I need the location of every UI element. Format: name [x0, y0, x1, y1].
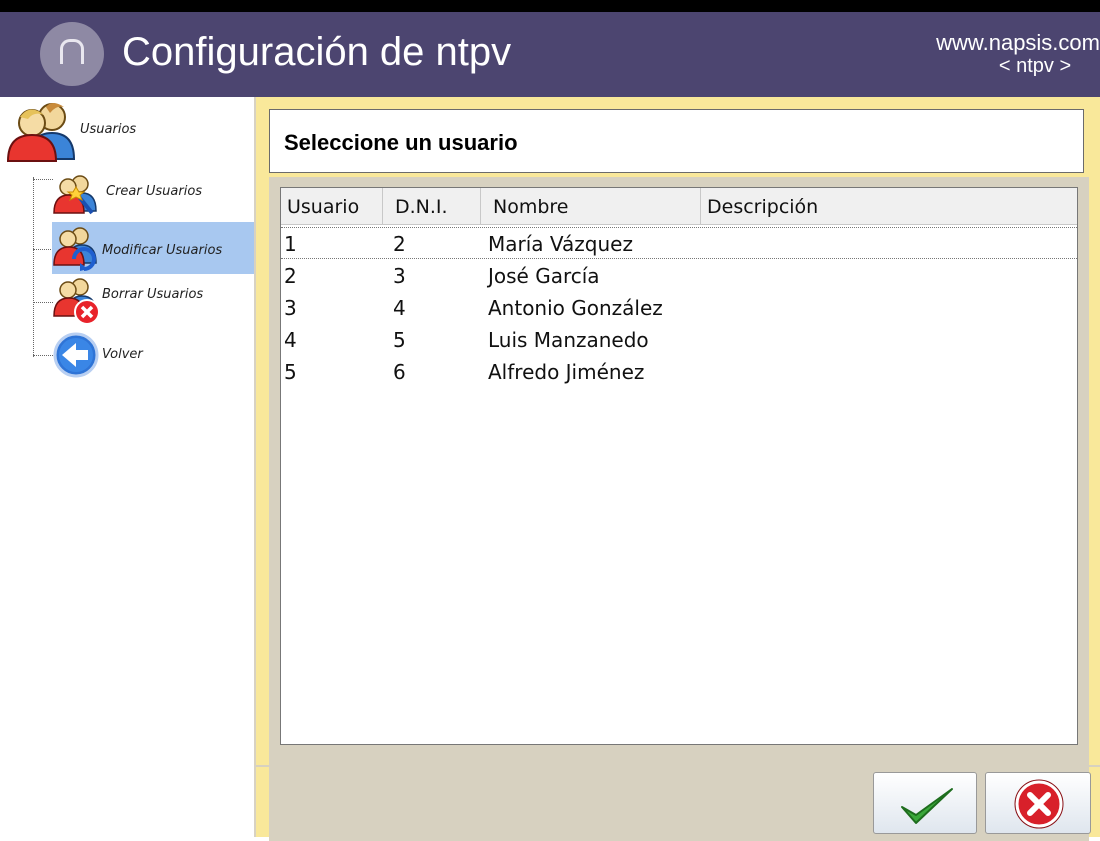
- tree-connector: [33, 249, 53, 250]
- page-title: Seleccione un usuario: [284, 130, 518, 155]
- top-border: [0, 0, 1100, 12]
- accept-button[interactable]: [873, 772, 977, 834]
- sidebar-item-modificar-usuarios[interactable]: Modificar Usuarios: [52, 222, 254, 274]
- column-header-nombre[interactable]: Nombre: [487, 188, 701, 224]
- sidebar-item-label: Volver: [102, 346, 143, 362]
- app-header: Configuración de ntpv www.napsis.com < n…: [0, 12, 1100, 97]
- cell-dni: 2: [393, 232, 406, 256]
- cell-dni: 6: [393, 360, 406, 384]
- brand-url: www.napsis.com: [936, 30, 1100, 55]
- cell-dni: 3: [393, 264, 406, 288]
- table-row[interactable]: 1 2 María Vázquez: [281, 227, 1077, 259]
- sidebar-item-crear-usuarios[interactable]: Crear Usuarios: [52, 169, 254, 221]
- app-title: Configuración de ntpv: [122, 30, 512, 74]
- button-bar-divider: [256, 765, 1100, 767]
- users-icon: [6, 103, 76, 162]
- sidebar-item-label: Modificar Usuarios: [102, 242, 223, 258]
- cell-usuario: 5: [284, 360, 297, 384]
- column-header-dni[interactable]: D.N.I.: [389, 188, 481, 224]
- users-list[interactable]: Usuario D.N.I. Nombre Descripción 1 2 Ma…: [280, 187, 1078, 745]
- sidebar: Usuarios Crear Usuarios Modificar Usuari…: [0, 97, 256, 837]
- users-refresh-icon: [53, 227, 97, 271]
- tree-connector: [33, 177, 34, 357]
- cell-dni: 4: [393, 296, 406, 320]
- users-wand-icon: [53, 175, 97, 215]
- cancel-icon: [1014, 779, 1064, 829]
- back-arrow-icon: [53, 332, 99, 378]
- table-row[interactable]: 3 4 Antonio González: [281, 292, 1077, 324]
- cell-nombre: José García: [488, 264, 600, 288]
- column-header-usuario[interactable]: Usuario: [281, 188, 383, 224]
- sidebar-item-label: Usuarios: [80, 121, 137, 137]
- table-row[interactable]: 2 3 José García: [281, 260, 1077, 292]
- cell-nombre: María Vázquez: [488, 232, 633, 256]
- sidebar-item-volver[interactable]: Volver: [52, 329, 254, 381]
- list-header: Usuario D.N.I. Nombre Descripción: [281, 188, 1077, 225]
- cell-dni: 5: [393, 328, 406, 352]
- table-row[interactable]: 5 6 Alfredo Jiménez: [281, 356, 1077, 388]
- users-delete-icon: [53, 278, 100, 325]
- cancel-button[interactable]: [985, 772, 1091, 834]
- sidebar-item-label: Borrar Usuarios: [102, 286, 204, 302]
- sidebar-item-borrar-usuarios[interactable]: Borrar Usuarios: [52, 275, 254, 327]
- checkmark-icon: [901, 788, 953, 824]
- panel-title-box: Seleccione un usuario: [269, 109, 1084, 173]
- app-logo-icon: [40, 22, 104, 86]
- cell-nombre: Luis Manzanedo: [488, 328, 649, 352]
- column-header-descripcion[interactable]: Descripción: [701, 188, 1077, 224]
- tree-connector: [33, 179, 53, 180]
- cell-usuario: 4: [284, 328, 297, 352]
- table-row[interactable]: 4 5 Luis Manzanedo: [281, 324, 1077, 356]
- sidebar-item-usuarios[interactable]: Usuarios: [6, 101, 246, 163]
- cell-nombre: Antonio González: [488, 296, 663, 320]
- cell-usuario: 1: [284, 232, 297, 256]
- cell-usuario: 3: [284, 296, 297, 320]
- cell-usuario: 2: [284, 264, 297, 288]
- sidebar-item-label: Crear Usuarios: [106, 183, 203, 199]
- brand-subtitle: < ntpv >: [998, 55, 1072, 77]
- tree-connector: [33, 355, 53, 356]
- cell-nombre: Alfredo Jiménez: [488, 360, 645, 384]
- tree-connector: [33, 302, 53, 303]
